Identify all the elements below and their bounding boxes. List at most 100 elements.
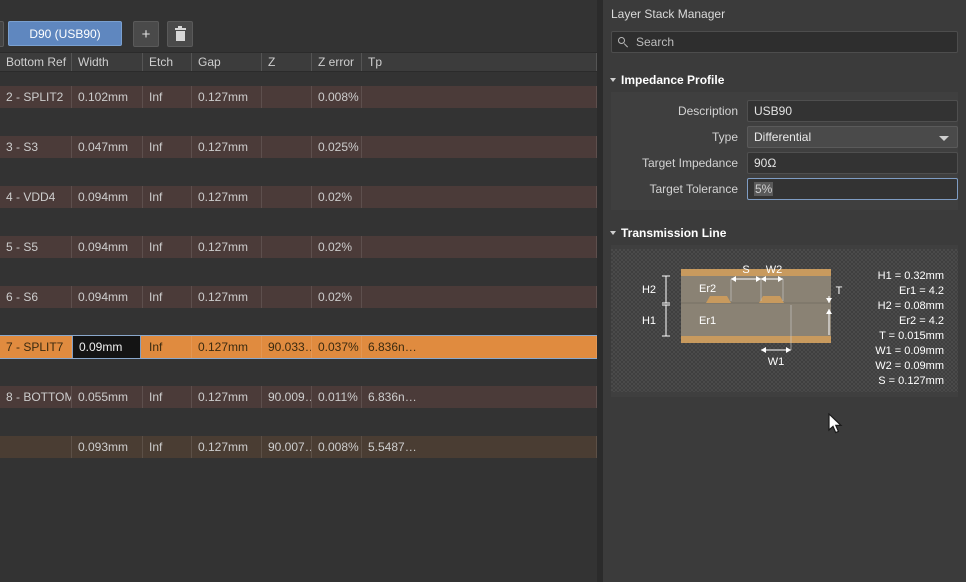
- profile-tab-d90[interactable]: D90 (USB90): [8, 21, 122, 46]
- cell-z[interactable]: [262, 236, 312, 258]
- properties-panel: Layer Stack Manager Impedance Profile De…: [603, 0, 966, 582]
- delete-profile-button[interactable]: [167, 21, 193, 47]
- cell-z-error[interactable]: 0.008%: [312, 86, 362, 108]
- table-row[interactable]: 0.093mm Inf 0.127mm 90.007… 0.008% 5.5487…: [0, 422, 597, 472]
- cell-bottom-ref[interactable]: [0, 436, 72, 458]
- cell-etch[interactable]: Inf: [143, 86, 192, 108]
- cell-gap[interactable]: 0.127mm: [192, 336, 262, 358]
- cell-z[interactable]: [262, 86, 312, 108]
- input-target-impedance[interactable]: 90Ω: [747, 152, 958, 174]
- cell-tp[interactable]: [362, 136, 597, 158]
- cell-width[interactable]: 0.094mm: [72, 236, 143, 258]
- cell-etch[interactable]: Inf: [143, 286, 192, 308]
- cell-z-error[interactable]: 0.025%: [312, 136, 362, 158]
- cell-width[interactable]: 0.102mm: [72, 86, 143, 108]
- cell-bottom-ref[interactable]: 7 - SPLIT7: [0, 336, 72, 358]
- diagram-label: W1 = 0.09mm: [875, 345, 944, 357]
- column-header-gap[interactable]: Gap: [192, 53, 262, 71]
- column-header-bottom-ref[interactable]: Bottom Ref: [0, 53, 72, 71]
- dim-w1-arrow: [761, 347, 766, 353]
- cell-z-error[interactable]: 0.037%: [312, 336, 362, 358]
- label-target-impedance: Target Impedance: [641, 156, 738, 170]
- cell-gap[interactable]: 0.127mm: [192, 236, 262, 258]
- cell-tp[interactable]: 6.836n…: [362, 386, 597, 408]
- transmission-line-diagram: Er2 Er1 H2 H1 S W2 W1 T H1 = 0.32mm Er1 = 4.2 H2 =…: [611, 249, 958, 392]
- copper-plane-bottom: [681, 336, 831, 343]
- input-target-tolerance[interactable]: 5%: [747, 178, 958, 200]
- cell-etch[interactable]: Inf: [143, 186, 192, 208]
- cell-tp[interactable]: [362, 86, 597, 108]
- diagram-label: Er2: [699, 283, 716, 295]
- cell-tp[interactable]: [362, 236, 597, 258]
- cell-gap[interactable]: 0.127mm: [192, 186, 262, 208]
- cell-tp[interactable]: 5.5487…: [362, 436, 597, 458]
- section-header-transmission-line[interactable]: Transmission Line: [610, 226, 727, 240]
- table-body[interactable]: 2 - SPLIT2 0.102mm Inf 0.127mm 0.008% 3 - S3 0…: [0, 72, 597, 472]
- table-row[interactable]: 5 - S5 0.094mm Inf 0.127mm 0.02%: [0, 222, 597, 272]
- cell-z-error[interactable]: 0.008%: [312, 436, 362, 458]
- cell-width[interactable]: 0.09mm: [72, 335, 141, 359]
- column-header-tp[interactable]: Tp: [362, 53, 597, 71]
- cell-width[interactable]: 0.047mm: [72, 136, 143, 158]
- table-header-row: Bottom Ref Width Etch Gap Z Z error Tp: [0, 52, 597, 72]
- select-type[interactable]: Differential: [747, 126, 958, 148]
- section-header-transmission-line-label: Transmission Line: [621, 226, 727, 240]
- search-box[interactable]: [611, 31, 958, 53]
- cell-gap[interactable]: 0.127mm: [192, 436, 262, 458]
- cell-etch[interactable]: Inf: [143, 136, 192, 158]
- copper-plane-top: [681, 269, 831, 276]
- cell-gap[interactable]: 0.127mm: [192, 136, 262, 158]
- column-header-z-error[interactable]: Z error: [312, 53, 362, 71]
- table-row[interactable]: 6 - S6 0.094mm Inf 0.127mm 0.02%: [0, 272, 597, 322]
- diagram-label: W2 = 0.09mm: [875, 360, 944, 372]
- cell-z[interactable]: 90.009…: [262, 386, 312, 408]
- cell-z[interactable]: 90.033…: [262, 336, 312, 358]
- profile-tab-previous[interactable]: [0, 21, 4, 47]
- table-row[interactable]: 2 - SPLIT2 0.102mm Inf 0.127mm 0.008%: [0, 72, 597, 122]
- column-header-etch[interactable]: Etch: [143, 53, 192, 71]
- cell-width[interactable]: 0.094mm: [72, 286, 143, 308]
- cell-tp[interactable]: 6.836n…: [362, 336, 597, 358]
- cell-width[interactable]: 0.055mm: [72, 386, 143, 408]
- cell-bottom-ref[interactable]: 5 - S5: [0, 236, 72, 258]
- cell-etch[interactable]: Inf: [143, 236, 192, 258]
- cell-bottom-ref[interactable]: 6 - S6: [0, 286, 72, 308]
- cell-z[interactable]: [262, 186, 312, 208]
- cell-z[interactable]: [262, 286, 312, 308]
- impedance-table[interactable]: Bottom Ref Width Etch Gap Z Z error Tp 2 - SPL…: [0, 52, 597, 582]
- section-header-impedance-profile[interactable]: Impedance Profile: [610, 73, 724, 87]
- cell-bottom-ref[interactable]: 8 - BOTTOM: [0, 386, 72, 408]
- cell-z-error[interactable]: 0.011%: [312, 386, 362, 408]
- plus-icon: +: [141, 25, 151, 43]
- table-row[interactable]: 8 - BOTTOM 0.055mm Inf 0.127mm 90.009… 0.011%…: [0, 372, 597, 422]
- cell-z[interactable]: 90.007…: [262, 436, 312, 458]
- table-row[interactable]: 7 - SPLIT7 0.09mm Inf 0.127mm 90.033… 0.037% 6…: [0, 322, 597, 372]
- cell-gap[interactable]: 0.127mm: [192, 386, 262, 408]
- cell-gap[interactable]: 0.127mm: [192, 86, 262, 108]
- cell-etch[interactable]: Inf: [143, 386, 192, 408]
- cell-bottom-ref[interactable]: 3 - S3: [0, 136, 72, 158]
- cell-z[interactable]: [262, 136, 312, 158]
- chevron-down-icon: [610, 78, 616, 82]
- trash-icon: [174, 25, 186, 41]
- cell-gap[interactable]: 0.127mm: [192, 286, 262, 308]
- trace-2: [759, 296, 784, 303]
- cell-z-error[interactable]: 0.02%: [312, 236, 362, 258]
- input-description[interactable]: USB90: [747, 100, 958, 122]
- table-row[interactable]: 4 - VDD4 0.094mm Inf 0.127mm 0.02%: [0, 172, 597, 222]
- column-header-z[interactable]: Z: [262, 53, 312, 71]
- cell-etch[interactable]: Inf: [143, 436, 192, 458]
- cell-tp[interactable]: [362, 286, 597, 308]
- cell-bottom-ref[interactable]: 2 - SPLIT2: [0, 86, 72, 108]
- cell-z-error[interactable]: 0.02%: [312, 186, 362, 208]
- cell-tp[interactable]: [362, 186, 597, 208]
- cell-width[interactable]: 0.094mm: [72, 186, 143, 208]
- search-input[interactable]: [636, 35, 957, 49]
- cell-bottom-ref[interactable]: 4 - VDD4: [0, 186, 72, 208]
- table-row[interactable]: 3 - S3 0.047mm Inf 0.127mm 0.025%: [0, 122, 597, 172]
- add-profile-button[interactable]: +: [133, 21, 159, 47]
- cell-width[interactable]: 0.093mm: [72, 436, 143, 458]
- cell-z-error[interactable]: 0.02%: [312, 286, 362, 308]
- column-header-width[interactable]: Width: [72, 53, 143, 71]
- cell-etch[interactable]: Inf: [143, 336, 192, 358]
